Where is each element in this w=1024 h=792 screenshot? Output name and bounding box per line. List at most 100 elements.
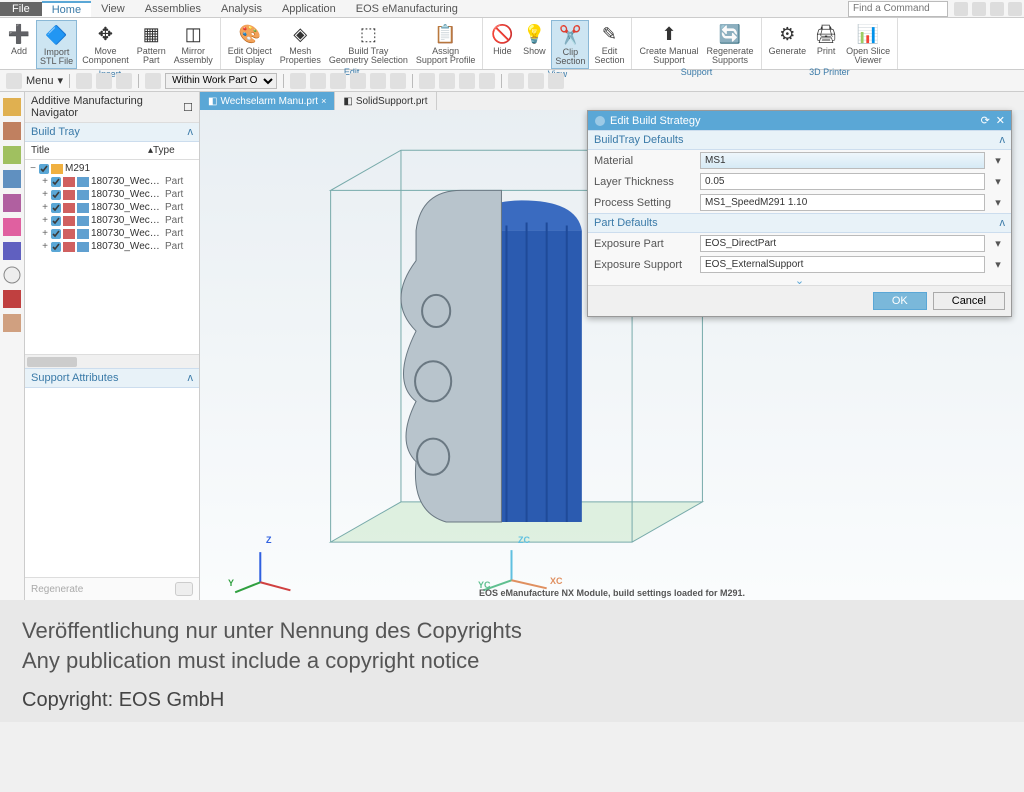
item-checkbox[interactable] xyxy=(51,177,61,187)
tree-item[interactable]: +180730_Wechlslerarm…Part xyxy=(27,188,197,201)
part-defaults-section[interactable]: Part Defaults xyxy=(594,217,658,229)
move-component-button[interactable]: ✥Move Component xyxy=(79,20,132,69)
section-collapse-icon[interactable]: ʌ xyxy=(188,126,194,138)
process-setting-field[interactable]: MS1_SpeedM291 1.10 xyxy=(700,194,985,211)
clip-section-button[interactable]: ✂️Clip Section xyxy=(551,20,589,69)
qt-btn-1[interactable] xyxy=(76,73,92,89)
qt-btn-14[interactable] xyxy=(479,73,495,89)
qt-btn-7[interactable] xyxy=(330,73,346,89)
hd3d-icon[interactable] xyxy=(3,218,21,236)
show-button[interactable]: 💡Show xyxy=(519,20,549,69)
generate-button[interactable]: ⚙Generate xyxy=(766,20,810,67)
build-tray-section[interactable]: Build Tray xyxy=(31,126,80,138)
regenerate-button[interactable]: Regenerate xyxy=(31,584,83,595)
expsup-dropdown-icon[interactable]: ▾ xyxy=(991,258,1005,271)
part-nav-icon[interactable] xyxy=(3,170,21,188)
open-slice-viewer-button[interactable]: 📊Open Slice Viewer xyxy=(843,20,893,67)
process-dropdown-icon[interactable]: ▾ xyxy=(991,196,1005,209)
sec2-collapse-icon[interactable]: ʌ xyxy=(1000,217,1006,229)
buildtray-defaults-section[interactable]: BuildTray Defaults xyxy=(594,134,683,146)
tree-item[interactable]: +180730_Wechlslerarm…Part xyxy=(27,240,197,253)
material-dropdown-icon[interactable]: ▾ xyxy=(991,154,1005,167)
exppart-dropdown-icon[interactable]: ▾ xyxy=(991,237,1005,250)
tree-item[interactable]: +180730_Wechlslerarm…Part xyxy=(27,201,197,214)
support-attributes-section[interactable]: Support Attributesʌ xyxy=(25,368,199,388)
print-button[interactable]: 🖨Print xyxy=(811,20,841,67)
dialog-reset-icon[interactable]: ⟳ xyxy=(981,114,990,127)
tree[interactable]: −M291 +180730_Wechlslerarm…Part+180730_W… xyxy=(25,160,199,354)
tab-application[interactable]: Application xyxy=(272,2,346,16)
doc-tab-b[interactable]: ◧SolidSupport.prt xyxy=(335,92,436,110)
qt-btn-9[interactable] xyxy=(370,73,386,89)
doc-tab-a-close[interactable]: × xyxy=(321,96,326,106)
qt-btn-15[interactable] xyxy=(508,73,524,89)
qt-btn-10[interactable] xyxy=(390,73,406,89)
hide-button[interactable]: 🚫Hide xyxy=(487,20,517,69)
layer-thickness-field[interactable]: 0.05 xyxy=(700,173,985,190)
scope-select[interactable]: Within Work Part O xyxy=(165,73,277,89)
window-state-icon[interactable] xyxy=(972,2,986,16)
tree-item[interactable]: +180730_Wechlslerarm…Part xyxy=(27,214,197,227)
qt-btn-13[interactable] xyxy=(459,73,475,89)
search-input[interactable] xyxy=(848,1,948,17)
tab-view[interactable]: View xyxy=(91,2,135,16)
tree-item[interactable]: +180730_Wechlslerarm…Part xyxy=(27,227,197,240)
item-checkbox[interactable] xyxy=(51,203,61,213)
process-icon[interactable] xyxy=(3,290,21,308)
import-stl-button[interactable]: 🔷Import STL File xyxy=(36,20,77,69)
menu-label[interactable]: Menu xyxy=(26,75,54,87)
tab-eos[interactable]: EOS eManufacturing xyxy=(346,2,468,16)
exposure-part-field[interactable]: EOS_DirectPart xyxy=(700,235,985,252)
tab-analysis[interactable]: Analysis xyxy=(211,2,272,16)
regenerate-icon[interactable] xyxy=(175,582,193,596)
help-icon[interactable] xyxy=(954,2,968,16)
close-icon[interactable] xyxy=(1008,2,1022,16)
item-checkbox[interactable] xyxy=(51,242,61,252)
chevron-down-icon[interactable]: ▾ xyxy=(58,74,64,87)
item-checkbox[interactable] xyxy=(51,216,61,226)
tree-item[interactable]: +180730_Wechlslerarm…Part xyxy=(27,175,197,188)
ok-button[interactable]: OK xyxy=(873,292,927,310)
tree-root[interactable]: −M291 xyxy=(27,162,197,175)
qt-btn-16[interactable] xyxy=(528,73,544,89)
minimize-icon[interactable] xyxy=(990,2,1004,16)
create-manual-support-button[interactable]: ⬆Create Manual Support xyxy=(636,20,701,67)
tab-home[interactable]: Home xyxy=(42,1,91,17)
assembly-nav-icon[interactable] xyxy=(3,122,21,140)
mirror-assembly-button[interactable]: ◫Mirror Assembly xyxy=(171,20,216,69)
material-field[interactable]: MS1 xyxy=(700,152,985,169)
qt-btn-4[interactable] xyxy=(145,73,161,89)
col-title[interactable]: Title xyxy=(31,145,148,156)
viewport[interactable]: ◧Wechselarm Manu.prt× ◧SolidSupport.prt xyxy=(200,92,1024,600)
edit-object-display-button[interactable]: 🎨Edit Object Display xyxy=(225,20,275,67)
qt-btn-17[interactable] xyxy=(548,73,564,89)
qt-btn-2[interactable] xyxy=(96,73,112,89)
tree-scrollbar[interactable] xyxy=(25,354,199,368)
tab-assemblies[interactable]: Assemblies xyxy=(135,2,211,16)
root-checkbox[interactable] xyxy=(39,164,49,174)
item-checkbox[interactable] xyxy=(51,229,61,239)
build-tray-geometry-button[interactable]: ⬚Build Tray Geometry Selection xyxy=(326,20,411,67)
reuse-icon[interactable] xyxy=(3,194,21,212)
browser-icon[interactable] xyxy=(3,242,21,260)
mesh-properties-button[interactable]: ◈Mesh Properties xyxy=(277,20,324,67)
qt-btn-3[interactable] xyxy=(116,73,132,89)
item-checkbox[interactable] xyxy=(51,190,61,200)
dialog-close-icon[interactable]: ✕ xyxy=(996,114,1005,127)
history-icon[interactable] xyxy=(3,266,21,284)
sec1-collapse-icon[interactable]: ʌ xyxy=(1000,134,1006,146)
qt-btn-5[interactable] xyxy=(290,73,306,89)
doc-tab-a[interactable]: ◧Wechselarm Manu.prt× xyxy=(200,92,335,110)
constraint-icon[interactable] xyxy=(3,146,21,164)
tab-file[interactable]: File xyxy=(0,2,42,16)
roles-icon[interactable] xyxy=(3,314,21,332)
qt-btn-11[interactable] xyxy=(419,73,435,89)
dialog-more-icon[interactable]: ⌄ xyxy=(588,275,1011,285)
layer-dropdown-icon[interactable]: ▾ xyxy=(991,175,1005,188)
exposure-support-field[interactable]: EOS_ExternalSupport xyxy=(700,256,985,273)
pattern-part-button[interactable]: ▦Pattern Part xyxy=(134,20,169,69)
menu-icon[interactable] xyxy=(6,73,22,89)
qt-btn-6[interactable] xyxy=(310,73,326,89)
panel-close-icon[interactable]: ☐ xyxy=(183,101,193,114)
col-type[interactable]: Type xyxy=(153,145,193,156)
